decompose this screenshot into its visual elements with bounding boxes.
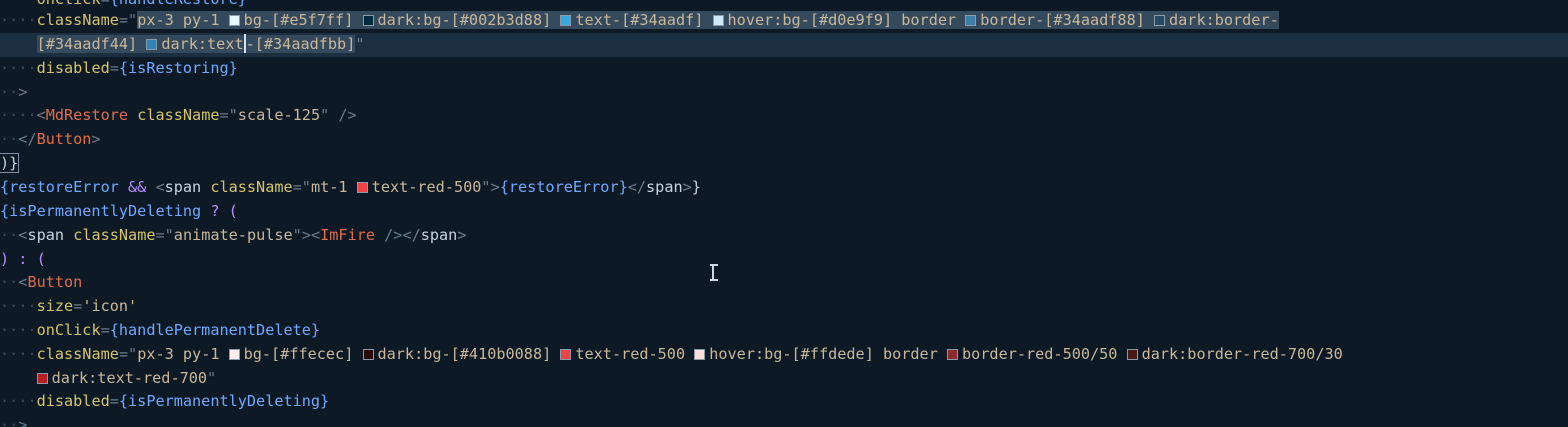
code-line: ··>: [0, 83, 28, 101]
color-swatch[interactable]: [560, 349, 572, 360]
color-swatch[interactable]: [228, 15, 240, 26]
color-swatch[interactable]: [228, 349, 240, 360]
code-line: ··</Button>: [0, 130, 101, 148]
code-line: ··<Button: [0, 273, 83, 291]
code-line: dark:text-red-700": [0, 367, 1568, 391]
color-swatch[interactable]: [362, 15, 374, 26]
color-swatch[interactable]: [560, 15, 572, 26]
code-line: ····disabled={isRestoring}: [0, 59, 238, 77]
code-line: ····disabled={isPermanentlyDeleting}: [0, 392, 330, 410]
color-swatch[interactable]: [146, 39, 158, 50]
code-line: ) : (: [0, 250, 46, 268]
code-line: ····<MdRestore className="scale-125" />: [0, 106, 357, 124]
color-swatch[interactable]: [712, 15, 724, 26]
code-line: ····className="px-3 py-1 bg-[#e5f7ff] da…: [0, 11, 1279, 29]
code-line: ····className="px-3 py-1 bg-[#ffecec] da…: [0, 345, 1343, 363]
code-line: )}: [0, 153, 20, 173]
color-swatch[interactable]: [356, 182, 368, 193]
code-line: ··<span className="animate-pulse"><ImFir…: [0, 226, 467, 244]
color-swatch[interactable]: [965, 15, 977, 26]
code-line: ··>: [0, 416, 28, 427]
color-swatch[interactable]: [36, 373, 48, 384]
color-swatch[interactable]: [694, 349, 706, 360]
code-line: {isPermanentlyDeleting ? (: [0, 202, 238, 220]
i-beam-icon: [710, 264, 718, 281]
color-swatch[interactable]: [1154, 15, 1166, 26]
code-line: ····size='icon': [0, 297, 138, 315]
color-swatch[interactable]: [1126, 349, 1138, 360]
code-editor[interactable]: ····onClick={handleRestore} ····classNam…: [0, 0, 1568, 427]
code-line: {restoreError && <span className="mt-1 t…: [0, 178, 701, 196]
code-line-active: [#34aadf44] dark:text -[#34aadfbb]": [0, 33, 1568, 57]
code-line: ····onClick={handlePermanentDelete}: [0, 321, 321, 339]
color-swatch[interactable]: [947, 349, 958, 360]
color-swatch[interactable]: [362, 349, 374, 360]
